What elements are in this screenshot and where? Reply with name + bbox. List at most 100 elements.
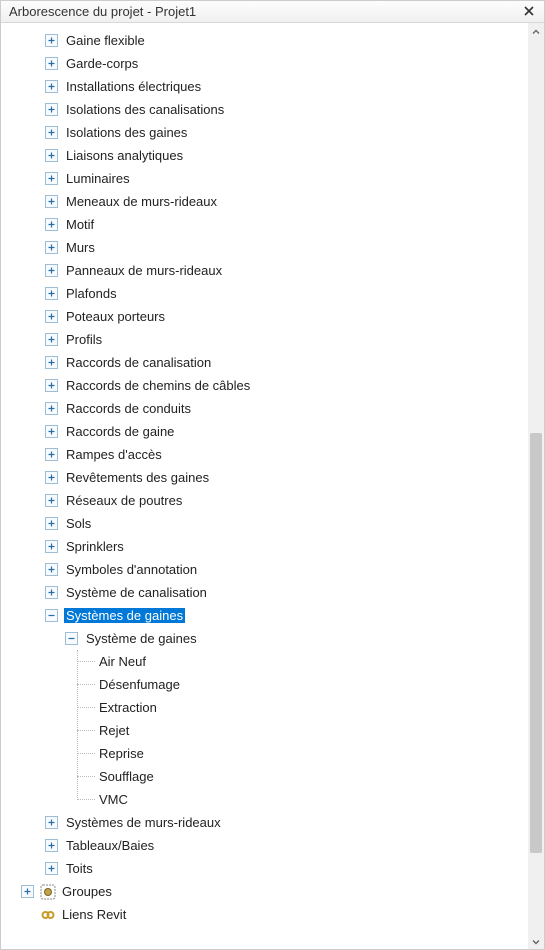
expand-button[interactable] [45, 356, 58, 369]
tree-item-label: Raccords de chemins de câbles [64, 378, 252, 393]
scroll-thumb[interactable] [530, 433, 542, 853]
tree-item[interactable]: Sprinklers [1, 535, 528, 558]
expand-button[interactable] [45, 333, 58, 346]
expand-button[interactable] [45, 540, 58, 553]
collapse-button[interactable] [65, 632, 78, 645]
expand-button[interactable] [45, 241, 58, 254]
panel-body: Gaine flexibleGarde-corpsInstallations é… [1, 23, 544, 949]
tree-item-label: Systèmes de murs-rideaux [64, 815, 223, 830]
tree-item[interactable]: Luminaires [1, 167, 528, 190]
tree-view[interactable]: Gaine flexibleGarde-corpsInstallations é… [1, 23, 528, 949]
expand-button[interactable] [45, 287, 58, 300]
expand-button[interactable] [45, 816, 58, 829]
tree-item[interactable]: Air Neuf [1, 650, 528, 673]
plus-icon [47, 56, 56, 71]
tree-item[interactable]: Motif [1, 213, 528, 236]
tree-item[interactable]: Système de gaines [1, 627, 528, 650]
tree-item-label: Profils [64, 332, 104, 347]
tree-item[interactable]: Système de canalisation [1, 581, 528, 604]
expand-button[interactable] [45, 517, 58, 530]
expand-button[interactable] [45, 310, 58, 323]
collapse-button[interactable] [45, 609, 58, 622]
expand-button[interactable] [45, 494, 58, 507]
expand-button[interactable] [45, 80, 58, 93]
tree-item[interactable]: Systèmes de gaines [1, 604, 528, 627]
tree-item-label: Liaisons analytiques [64, 148, 185, 163]
tree-item[interactable]: Isolations des gaines [1, 121, 528, 144]
tree-item[interactable]: Tableaux/Baies [1, 834, 528, 857]
tree-item[interactable]: Sols [1, 512, 528, 535]
scroll-down-button[interactable] [528, 933, 544, 949]
expand-button[interactable] [45, 218, 58, 231]
tree-item[interactable]: Rampes d'accès [1, 443, 528, 466]
expand-button[interactable] [45, 103, 58, 116]
expand-button[interactable] [45, 57, 58, 70]
tree-item[interactable]: Réseaux de poutres [1, 489, 528, 512]
tree-item[interactable]: VMC [1, 788, 528, 811]
plus-icon [47, 470, 56, 485]
expand-button[interactable] [45, 172, 58, 185]
expand-button[interactable] [45, 402, 58, 415]
expand-button[interactable] [45, 448, 58, 461]
tree-item[interactable]: Panneaux de murs-rideaux [1, 259, 528, 282]
tree-item[interactable]: Profils [1, 328, 528, 351]
expand-button[interactable] [45, 839, 58, 852]
plus-icon [47, 447, 56, 462]
plus-icon [47, 148, 56, 163]
tree-item[interactable]: Toits [1, 857, 528, 880]
tree-item[interactable]: Meneaux de murs-rideaux [1, 190, 528, 213]
tree-item[interactable]: Extraction [1, 696, 528, 719]
close-button[interactable] [520, 3, 538, 21]
expand-button[interactable] [45, 471, 58, 484]
expand-button[interactable] [45, 563, 58, 576]
tree-item[interactable]: Rejet [1, 719, 528, 742]
plus-icon [47, 33, 56, 48]
link-icon [40, 907, 56, 923]
expand-button[interactable] [45, 149, 58, 162]
expand-button[interactable] [45, 126, 58, 139]
tree-item-label: Rampes d'accès [64, 447, 164, 462]
tree-item[interactable]: Systèmes de murs-rideaux [1, 811, 528, 834]
tree-item[interactable]: Raccords de canalisation [1, 351, 528, 374]
tree-item[interactable]: Raccords de conduits [1, 397, 528, 420]
expand-button[interactable] [45, 264, 58, 277]
expand-button[interactable] [45, 195, 58, 208]
expand-button[interactable] [21, 885, 34, 898]
tree-item-label: Raccords de canalisation [64, 355, 213, 370]
tree-item[interactable]: Murs [1, 236, 528, 259]
plus-icon [47, 263, 56, 278]
expand-button[interactable] [45, 862, 58, 875]
expand-button[interactable] [45, 425, 58, 438]
titlebar: Arborescence du projet - Projet1 [1, 1, 544, 23]
expand-button[interactable] [45, 379, 58, 392]
tree-item[interactable]: Raccords de chemins de câbles [1, 374, 528, 397]
expand-button[interactable] [45, 586, 58, 599]
tree-item[interactable]: Liaisons analytiques [1, 144, 528, 167]
tree-item[interactable]: Raccords de gaine [1, 420, 528, 443]
expand-button[interactable] [45, 34, 58, 47]
tree-item[interactable]: Installations électriques [1, 75, 528, 98]
tree-item[interactable]: Isolations des canalisations [1, 98, 528, 121]
plus-icon [47, 309, 56, 324]
plus-icon [47, 378, 56, 393]
tree-item[interactable]: Désenfumage [1, 673, 528, 696]
tree-item[interactable]: Soufflage [1, 765, 528, 788]
plus-icon [47, 125, 56, 140]
tree-item[interactable]: Garde-corps [1, 52, 528, 75]
tree-item[interactable]: Groupes [1, 880, 528, 903]
tree-item[interactable]: Liens Revit [1, 903, 528, 926]
tree-item-label: Raccords de gaine [64, 424, 176, 439]
project-browser-panel: Arborescence du projet - Projet1 Gaine f… [0, 0, 545, 950]
tree-item[interactable]: Reprise [1, 742, 528, 765]
close-icon [524, 4, 534, 19]
tree-item[interactable]: Plafonds [1, 282, 528, 305]
plus-icon [47, 217, 56, 232]
scroll-up-button[interactable] [528, 23, 544, 39]
tree-item[interactable]: Symboles d'annotation [1, 558, 528, 581]
tree-item[interactable]: Gaine flexible [1, 29, 528, 52]
tree-item[interactable]: Revêtements des gaines [1, 466, 528, 489]
tree-item[interactable]: Poteaux porteurs [1, 305, 528, 328]
minus-icon [67, 631, 76, 646]
plus-icon [47, 815, 56, 830]
vertical-scrollbar[interactable] [528, 23, 544, 949]
